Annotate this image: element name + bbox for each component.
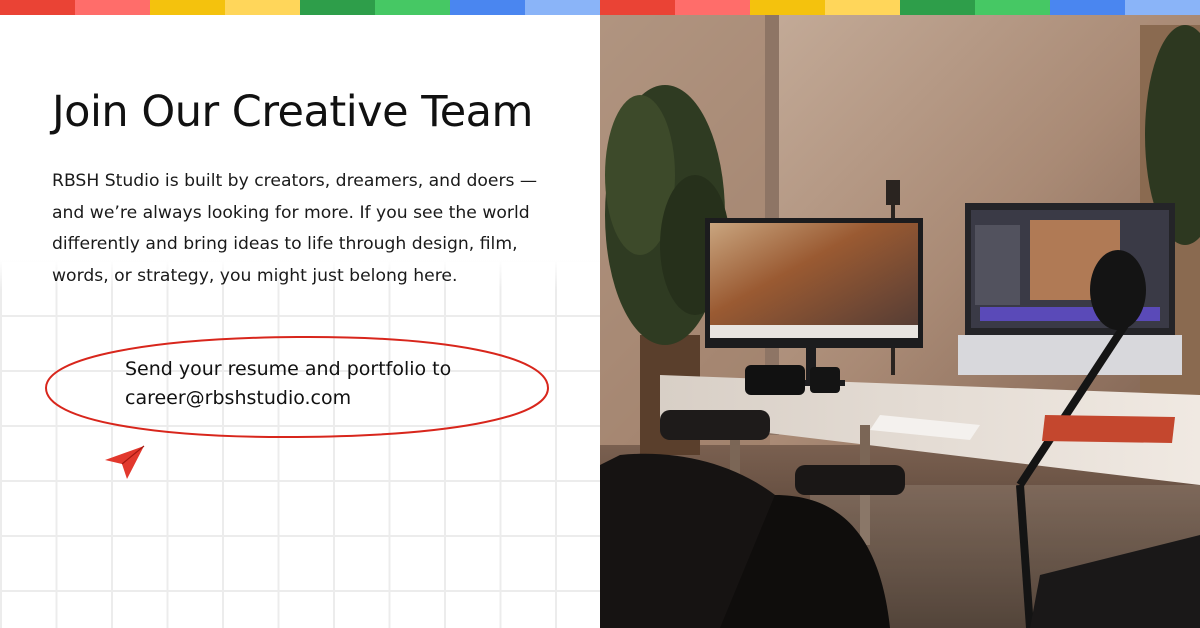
career-email-link[interactable]: career@rbshstudio.com [125, 384, 451, 413]
strip-segment [600, 0, 675, 15]
strip-segment [1125, 0, 1200, 15]
job-banner: Join Our Creative Team RBSH Studio is bu… [0, 0, 1200, 628]
strip-segment [75, 0, 150, 15]
studio-photo [600, 15, 1200, 628]
strip-segment [300, 0, 375, 15]
strip-segment [225, 0, 300, 15]
strip-segment [1050, 0, 1125, 15]
strip-segment [0, 0, 75, 15]
strip-segment [975, 0, 1050, 15]
strip-segment [750, 0, 825, 15]
strip-segment [900, 0, 975, 15]
strip-segment [675, 0, 750, 15]
strip-segment [450, 0, 525, 15]
strip-segment [150, 0, 225, 15]
cta-text: Send your resume and portfolio to career… [125, 355, 451, 413]
color-strip [0, 0, 1200, 15]
cta-line: Send your resume and portfolio to [125, 358, 452, 380]
intro-paragraph: RBSH Studio is built by creators, dreame… [52, 171, 538, 286]
page-title: Join Our Creative Team [52, 87, 533, 137]
background-grid [0, 260, 600, 628]
strip-segment [825, 0, 900, 15]
paper-plane-icon [105, 445, 145, 479]
strip-segment [375, 0, 450, 15]
text-panel: Join Our Creative Team RBSH Studio is bu… [0, 15, 600, 628]
strip-segment [525, 0, 600, 15]
